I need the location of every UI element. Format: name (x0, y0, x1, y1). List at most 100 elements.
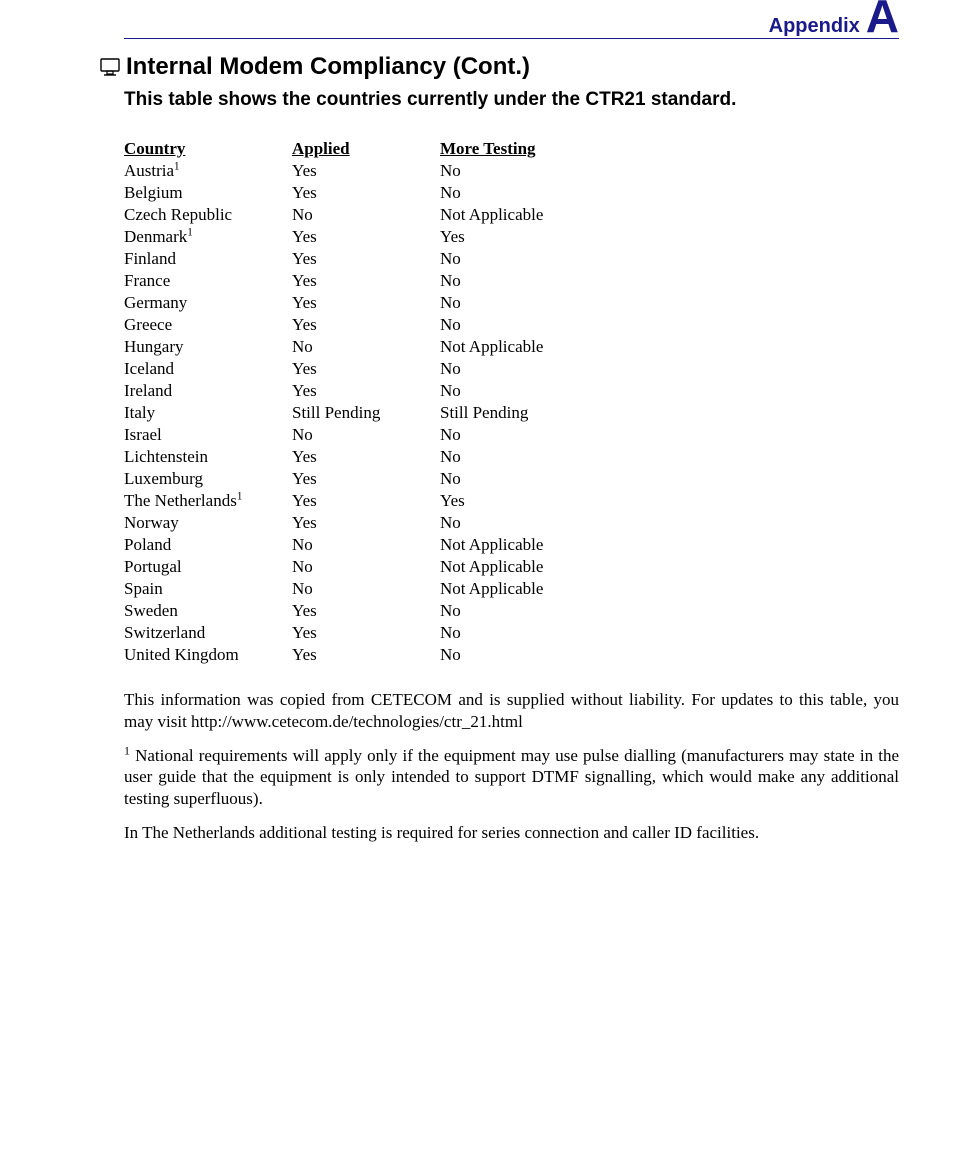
cell-more-testing: No (440, 271, 571, 293)
cell-applied: No (292, 337, 440, 359)
cell-country: Hungary (124, 337, 292, 359)
cell-applied: No (292, 425, 440, 447)
cell-country: Italy (124, 403, 292, 425)
cell-country: Norway (124, 513, 292, 535)
cell-country: Sweden (124, 601, 292, 623)
cell-applied: Yes (292, 271, 440, 293)
cell-more-testing: No (440, 469, 571, 491)
cell-applied: Yes (292, 491, 440, 513)
page-subtitle: This table shows the countries currently… (124, 89, 899, 111)
appendix-label: Appendix A (769, 0, 899, 43)
body-paragraph: This information was copied from CETECOM… (124, 689, 899, 733)
cell-applied: Yes (292, 447, 440, 469)
cell-applied: No (292, 557, 440, 579)
cell-applied: Yes (292, 513, 440, 535)
cell-more-testing: No (440, 447, 571, 469)
cell-more-testing: Not Applicable (440, 205, 571, 227)
cell-country: Austria1 (124, 161, 292, 183)
cell-more-testing: No (440, 249, 571, 271)
cell-more-testing: No (440, 623, 571, 645)
compliancy-table: Country Applied More Testing Austria1Yes… (124, 139, 571, 667)
table-row: Austria1YesNo (124, 161, 571, 183)
table-row: IcelandYesNo (124, 359, 571, 381)
cell-more-testing: No (440, 381, 571, 403)
table-row: SwedenYesNo (124, 601, 571, 623)
cell-more-testing: No (440, 359, 571, 381)
cell-country: France (124, 271, 292, 293)
footnote-text: National requirements will apply only if… (124, 746, 899, 809)
cell-applied: Yes (292, 469, 440, 491)
cell-applied: Still Pending (292, 403, 440, 425)
monitor-icon (100, 58, 120, 76)
cell-country: Luxemburg (124, 469, 292, 491)
cell-more-testing: No (440, 513, 571, 535)
cell-applied: Yes (292, 161, 440, 183)
cell-more-testing: No (440, 425, 571, 447)
cell-country: Czech Republic (124, 205, 292, 227)
cell-applied: No (292, 579, 440, 601)
col-header-more: More Testing (440, 139, 571, 161)
cell-country: Greece (124, 315, 292, 337)
cell-country: Portugal (124, 557, 292, 579)
cell-more-testing: Yes (440, 491, 571, 513)
cell-more-testing: No (440, 183, 571, 205)
table-row: LichtensteinYesNo (124, 447, 571, 469)
body-paragraph: 1 National requirements will apply only … (124, 745, 899, 810)
cell-applied: No (292, 205, 440, 227)
cell-country: Poland (124, 535, 292, 557)
cell-more-testing: No (440, 601, 571, 623)
cell-applied: Yes (292, 601, 440, 623)
table-row: LuxemburgYesNo (124, 469, 571, 491)
table-row: PolandNoNot Applicable (124, 535, 571, 557)
cell-more-testing: No (440, 293, 571, 315)
cell-more-testing: Not Applicable (440, 337, 571, 359)
cell-more-testing: No (440, 315, 571, 337)
cell-country: Israel (124, 425, 292, 447)
cell-country: United Kingdom (124, 645, 292, 667)
table-row: PortugalNoNot Applicable (124, 557, 571, 579)
table-row: GermanyYesNo (124, 293, 571, 315)
cell-country: Germany (124, 293, 292, 315)
table-row: SpainNoNot Applicable (124, 579, 571, 601)
cell-applied: Yes (292, 249, 440, 271)
cell-more-testing: Yes (440, 227, 571, 249)
table-row: SwitzerlandYesNo (124, 623, 571, 645)
cell-country: Denmark1 (124, 227, 292, 249)
body-paragraph: In The Netherlands additional testing is… (124, 822, 899, 844)
table-row: ItalyStill PendingStill Pending (124, 403, 571, 425)
table-row: GreeceYesNo (124, 315, 571, 337)
appendix-letter: A (866, 0, 899, 42)
col-header-applied: Applied (292, 139, 440, 161)
cell-country: Belgium (124, 183, 292, 205)
table-row: United KingdomYesNo (124, 645, 571, 667)
cell-applied: Yes (292, 315, 440, 337)
page-title: Internal Modem Compliancy (Cont.) (126, 53, 530, 81)
header-rule: AppendixA (124, 38, 899, 39)
cell-country: Iceland (124, 359, 292, 381)
cell-applied: Yes (292, 359, 440, 381)
table-row: IsraelNoNo (124, 425, 571, 447)
table-row: The Netherlands1YesYes (124, 491, 571, 513)
table-row: BelgiumYesNo (124, 183, 571, 205)
cell-more-testing: Not Applicable (440, 535, 571, 557)
cell-applied: Yes (292, 623, 440, 645)
cell-applied: Yes (292, 183, 440, 205)
table-row: FranceYesNo (124, 271, 571, 293)
cell-more-testing: Still Pending (440, 403, 571, 425)
table-row: HungaryNoNot Applicable (124, 337, 571, 359)
cell-applied: No (292, 535, 440, 557)
cell-applied: Yes (292, 381, 440, 403)
cell-country: Switzerland (124, 623, 292, 645)
appendix-word: Appendix (769, 15, 860, 37)
col-header-country: Country (124, 139, 292, 161)
table-row: Denmark1YesYes (124, 227, 571, 249)
table-row: IrelandYesNo (124, 381, 571, 403)
cell-country: Ireland (124, 381, 292, 403)
table-row: NorwayYesNo (124, 513, 571, 535)
cell-country: The Netherlands1 (124, 491, 292, 513)
cell-country: Spain (124, 579, 292, 601)
cell-more-testing: No (440, 645, 571, 667)
cell-applied: Yes (292, 293, 440, 315)
cell-country: Finland (124, 249, 292, 271)
cell-more-testing: Not Applicable (440, 579, 571, 601)
